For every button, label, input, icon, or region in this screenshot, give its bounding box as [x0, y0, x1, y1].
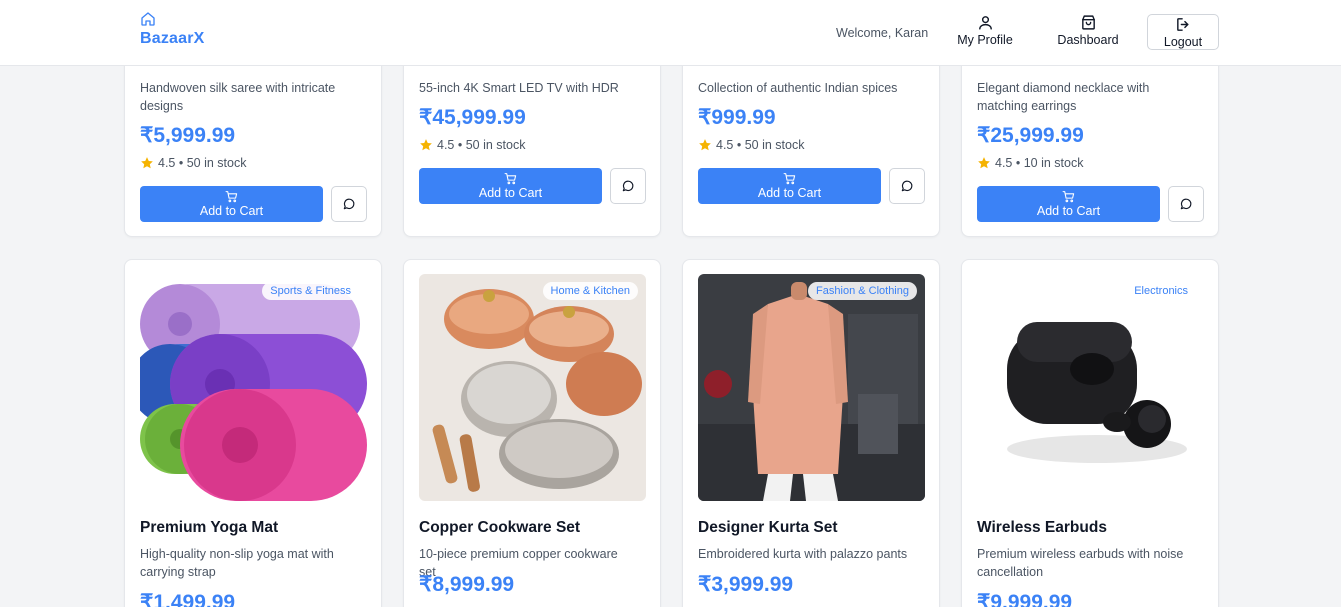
- brand-logo[interactable]: BazaarX: [140, 11, 205, 48]
- product-rating: 4.5 • 50 in stock: [698, 138, 804, 152]
- cart-icon: [504, 173, 517, 185]
- product-price: ₹999.99: [698, 106, 776, 129]
- my-profile-label: My Profile: [957, 33, 1013, 47]
- earbuds-image[interactable]: [977, 274, 1204, 501]
- logout-label: Logout: [1163, 35, 1203, 49]
- rating-stock-text: 4.5 • 50 in stock: [158, 156, 247, 170]
- message-circle-icon: [622, 180, 634, 192]
- product-price: ₹9,999.99: [977, 591, 1073, 607]
- chat-button[interactable]: [610, 168, 646, 204]
- category-badge: Home & Kitchen: [542, 282, 638, 300]
- add-to-cart-button[interactable]: Add to Cart: [698, 168, 881, 204]
- add-to-cart-label: Add to Cart: [478, 186, 543, 200]
- yoga-mat-image[interactable]: [140, 274, 367, 501]
- brand-name: BazaarX: [140, 30, 205, 47]
- logout-icon: [1176, 18, 1188, 31]
- product-description: Handwoven silk saree with intricate desi…: [140, 81, 336, 113]
- category-badge: Fashion & Clothing: [808, 282, 917, 300]
- product-description: Collection of authentic Indian spices: [698, 81, 898, 95]
- message-circle-icon: [343, 198, 355, 210]
- shopping-bag-icon: [1081, 15, 1095, 30]
- dashboard-label: Dashboard: [1057, 33, 1119, 47]
- product-price: ₹1,499.99: [140, 591, 236, 607]
- cookware-image[interactable]: [419, 274, 646, 501]
- star-icon: [420, 139, 432, 151]
- cart-icon: [225, 191, 238, 203]
- product-description: 55-inch 4K Smart LED TV with HDR: [419, 81, 619, 95]
- logout-button[interactable]: Logout: [1147, 14, 1219, 50]
- cookware-illustration: [419, 274, 646, 501]
- product-price: ₹8,999.99: [419, 573, 515, 596]
- product-name[interactable]: Copper Cookware Set: [419, 519, 580, 537]
- add-to-cart-label: Add to Cart: [757, 186, 822, 200]
- product-rating: 4.5 • 50 in stock: [140, 156, 246, 170]
- product-rating: 4.5 • 10 in stock: [977, 156, 1083, 170]
- product-card: Collection of authentic Indian spices ₹9…: [682, 40, 940, 237]
- message-circle-icon: [1180, 198, 1192, 210]
- kurta-image[interactable]: [698, 274, 925, 501]
- product-card[interactable]: Electronics Wireless Earbuds Premium wir…: [961, 259, 1219, 607]
- product-description: High-quality non-slip yoga mat with carr…: [140, 547, 334, 579]
- rating-stock-text: 4.5 • 50 in stock: [437, 138, 526, 152]
- rating-stock-text: 4.5 • 10 in stock: [995, 156, 1084, 170]
- chat-button[interactable]: [1168, 186, 1204, 222]
- star-icon: [978, 157, 990, 169]
- earbuds-illustration: [977, 274, 1204, 501]
- chat-button[interactable]: [889, 168, 925, 204]
- message-circle-icon: [901, 180, 913, 192]
- my-profile-button[interactable]: My Profile: [955, 14, 1015, 50]
- add-to-cart-button[interactable]: Add to Cart: [977, 186, 1160, 222]
- dashboard-button[interactable]: Dashboard: [1056, 14, 1120, 50]
- yoga-mat-illustration: [140, 274, 367, 501]
- product-description: Embroidered kurta with palazzo pants: [698, 547, 908, 561]
- category-badge: Sports & Fitness: [262, 282, 359, 300]
- product-card[interactable]: Fashion & Clothing Designer Kurta Set Em…: [682, 259, 940, 607]
- kurta-illustration: [698, 274, 925, 501]
- top-navbar: BazaarX Welcome, Karan My Profile Dashbo…: [0, 0, 1341, 66]
- product-price: ₹25,999.99: [977, 124, 1084, 147]
- add-to-cart-button[interactable]: Add to Cart: [140, 186, 323, 222]
- cart-icon: [1062, 191, 1075, 203]
- star-icon: [141, 157, 153, 169]
- product-price: ₹3,999.99: [698, 573, 794, 596]
- category-badge: Electronics: [1126, 282, 1196, 300]
- rating-stock-text: 4.5 • 50 in stock: [716, 138, 805, 152]
- product-name[interactable]: Wireless Earbuds: [977, 519, 1107, 537]
- add-to-cart-button[interactable]: Add to Cart: [419, 168, 602, 204]
- welcome-text: Welcome, Karan: [836, 26, 929, 40]
- product-card: 55-inch 4K Smart LED TV with HDR ₹45,999…: [403, 40, 661, 237]
- cart-icon: [783, 173, 796, 185]
- product-card: Elegant diamond necklace with matching e…: [961, 40, 1219, 237]
- home-icon: [141, 12, 155, 26]
- add-to-cart-label: Add to Cart: [199, 204, 264, 218]
- product-name[interactable]: Designer Kurta Set: [698, 519, 838, 537]
- user-icon: [978, 16, 992, 30]
- product-card[interactable]: Home & Kitchen Copper Cookware Set 10-pi…: [403, 259, 661, 607]
- product-card: Handwoven silk saree with intricate desi…: [124, 40, 382, 237]
- product-card[interactable]: Sports & Fitness Premium Yoga Mat High-q…: [124, 259, 382, 607]
- product-price: ₹5,999.99: [140, 124, 236, 147]
- product-rating: 4.5 • 50 in stock: [419, 138, 525, 152]
- product-description: Elegant diamond necklace with matching e…: [977, 81, 1150, 113]
- star-icon: [699, 139, 711, 151]
- product-description: Premium wireless earbuds with noise canc…: [977, 547, 1184, 579]
- chat-button[interactable]: [331, 186, 367, 222]
- product-price: ₹45,999.99: [419, 106, 526, 129]
- product-name[interactable]: Premium Yoga Mat: [140, 519, 278, 537]
- add-to-cart-label: Add to Cart: [1036, 204, 1101, 218]
